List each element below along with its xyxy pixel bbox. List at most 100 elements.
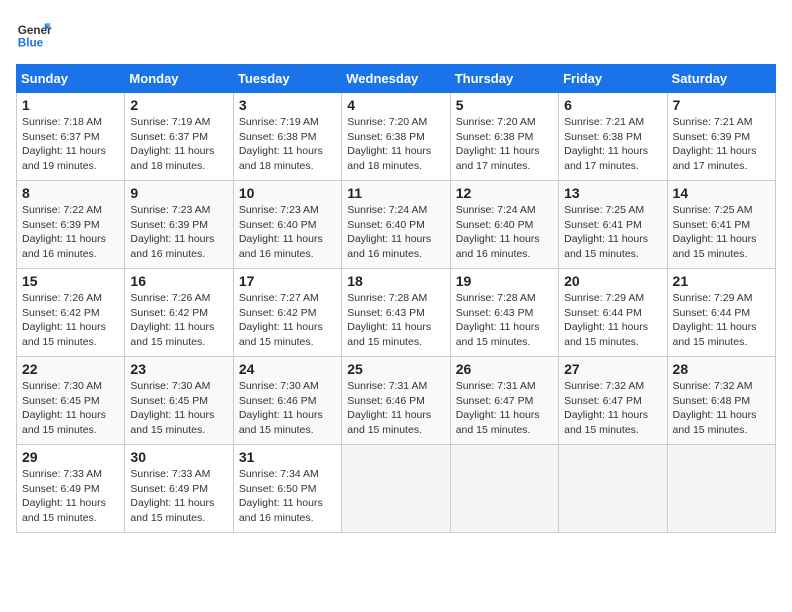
page-header: General Blue (16, 16, 776, 52)
day-info: Sunrise: 7:28 AM Sunset: 6:43 PM Dayligh… (456, 291, 553, 350)
day-number: 30 (130, 449, 227, 465)
day-number: 23 (130, 361, 227, 377)
logo: General Blue (16, 16, 52, 52)
calendar-cell: 29Sunrise: 7:33 AM Sunset: 6:49 PM Dayli… (17, 445, 125, 533)
calendar-body: 1 Sunrise: 7:18 AM Sunset: 6:37 PM Daylig… (17, 93, 776, 533)
day-info: Sunrise: 7:19 AM Sunset: 6:37 PM Dayligh… (130, 115, 227, 174)
calendar-cell: 15Sunrise: 7:26 AM Sunset: 6:42 PM Dayli… (17, 269, 125, 357)
calendar-cell: 11Sunrise: 7:24 AM Sunset: 6:40 PM Dayli… (342, 181, 450, 269)
day-info: Sunrise: 7:28 AM Sunset: 6:43 PM Dayligh… (347, 291, 444, 350)
day-info: Sunrise: 7:29 AM Sunset: 6:44 PM Dayligh… (673, 291, 770, 350)
day-header-wednesday: Wednesday (342, 65, 450, 93)
day-info: Sunrise: 7:27 AM Sunset: 6:42 PM Dayligh… (239, 291, 336, 350)
day-info: Sunrise: 7:24 AM Sunset: 6:40 PM Dayligh… (456, 203, 553, 262)
day-info: Sunrise: 7:31 AM Sunset: 6:46 PM Dayligh… (347, 379, 444, 438)
calendar-cell: 20 Sunrise: 7:29 AM Sunset: 6:44 PM Dayli… (559, 269, 667, 357)
day-number: 28 (673, 361, 770, 377)
day-number: 6 (564, 97, 661, 113)
calendar-cell (667, 445, 775, 533)
day-number: 18 (347, 273, 444, 289)
calendar-cell: 23 Sunrise: 7:30 AM Sunset: 6:45 PM Dayli… (125, 357, 233, 445)
day-number: 3 (239, 97, 336, 113)
calendar-cell: 1 Sunrise: 7:18 AM Sunset: 6:37 PM Daylig… (17, 93, 125, 181)
day-number: 14 (673, 185, 770, 201)
calendar-week-2: 8 Sunrise: 7:22 AM Sunset: 6:39 PM Daylig… (17, 181, 776, 269)
day-info: Sunrise: 7:18 AM Sunset: 6:37 PM Dayligh… (22, 115, 119, 174)
calendar-cell: 13Sunrise: 7:25 AM Sunset: 6:41 PM Dayli… (559, 181, 667, 269)
day-number: 16 (130, 273, 227, 289)
day-number: 25 (347, 361, 444, 377)
day-number: 7 (673, 97, 770, 113)
day-header-thursday: Thursday (450, 65, 558, 93)
calendar-cell: 14 Sunrise: 7:25 AM Sunset: 6:41 PM Dayli… (667, 181, 775, 269)
day-info: Sunrise: 7:29 AM Sunset: 6:44 PM Dayligh… (564, 291, 661, 350)
day-number: 2 (130, 97, 227, 113)
calendar-cell: 24 Sunrise: 7:30 AM Sunset: 6:46 PM Dayli… (233, 357, 341, 445)
calendar-table: SundayMondayTuesdayWednesdayThursdayFrid… (16, 64, 776, 533)
day-info: Sunrise: 7:34 AM Sunset: 6:50 PM Dayligh… (239, 467, 336, 526)
day-number: 12 (456, 185, 553, 201)
day-header-monday: Monday (125, 65, 233, 93)
day-number: 9 (130, 185, 227, 201)
calendar-week-4: 22Sunrise: 7:30 AM Sunset: 6:45 PM Dayli… (17, 357, 776, 445)
day-info: Sunrise: 7:21 AM Sunset: 6:39 PM Dayligh… (673, 115, 770, 174)
calendar-cell: 9 Sunrise: 7:23 AM Sunset: 6:39 PM Daylig… (125, 181, 233, 269)
svg-text:Blue: Blue (18, 37, 44, 50)
day-info: Sunrise: 7:31 AM Sunset: 6:47 PM Dayligh… (456, 379, 553, 438)
day-info: Sunrise: 7:30 AM Sunset: 6:45 PM Dayligh… (130, 379, 227, 438)
calendar-cell (450, 445, 558, 533)
calendar-cell: 22Sunrise: 7:30 AM Sunset: 6:45 PM Dayli… (17, 357, 125, 445)
calendar-cell: 18 Sunrise: 7:28 AM Sunset: 6:43 PM Dayli… (342, 269, 450, 357)
calendar-cell (342, 445, 450, 533)
day-header-sunday: Sunday (17, 65, 125, 93)
day-header-saturday: Saturday (667, 65, 775, 93)
day-info: Sunrise: 7:19 AM Sunset: 6:38 PM Dayligh… (239, 115, 336, 174)
calendar-cell: 26Sunrise: 7:31 AM Sunset: 6:47 PM Dayli… (450, 357, 558, 445)
calendar-cell: 31Sunrise: 7:34 AM Sunset: 6:50 PM Dayli… (233, 445, 341, 533)
day-number: 10 (239, 185, 336, 201)
calendar-cell: 6 Sunrise: 7:21 AM Sunset: 6:38 PM Daylig… (559, 93, 667, 181)
calendar-cell: 25 Sunrise: 7:31 AM Sunset: 6:46 PM Dayli… (342, 357, 450, 445)
day-info: Sunrise: 7:30 AM Sunset: 6:46 PM Dayligh… (239, 379, 336, 438)
calendar-cell: 27Sunrise: 7:32 AM Sunset: 6:47 PM Dayli… (559, 357, 667, 445)
calendar-cell: 28 Sunrise: 7:32 AM Sunset: 6:48 PM Dayli… (667, 357, 775, 445)
calendar-cell (559, 445, 667, 533)
calendar-week-3: 15Sunrise: 7:26 AM Sunset: 6:42 PM Dayli… (17, 269, 776, 357)
calendar-cell: 7 Sunrise: 7:21 AM Sunset: 6:39 PM Daylig… (667, 93, 775, 181)
day-info: Sunrise: 7:30 AM Sunset: 6:45 PM Dayligh… (22, 379, 119, 438)
day-info: Sunrise: 7:23 AM Sunset: 6:39 PM Dayligh… (130, 203, 227, 262)
calendar-cell: 2 Sunrise: 7:19 AM Sunset: 6:37 PM Daylig… (125, 93, 233, 181)
day-number: 11 (347, 185, 444, 201)
day-header-tuesday: Tuesday (233, 65, 341, 93)
calendar-cell: 12 Sunrise: 7:24 AM Sunset: 6:40 PM Dayli… (450, 181, 558, 269)
day-header-friday: Friday (559, 65, 667, 93)
day-number: 17 (239, 273, 336, 289)
day-number: 24 (239, 361, 336, 377)
day-info: Sunrise: 7:26 AM Sunset: 6:42 PM Dayligh… (22, 291, 119, 350)
day-info: Sunrise: 7:20 AM Sunset: 6:38 PM Dayligh… (347, 115, 444, 174)
day-number: 27 (564, 361, 661, 377)
day-number: 19 (456, 273, 553, 289)
day-number: 1 (22, 97, 119, 113)
day-number: 4 (347, 97, 444, 113)
day-info: Sunrise: 7:32 AM Sunset: 6:48 PM Dayligh… (673, 379, 770, 438)
calendar-cell: 19 Sunrise: 7:28 AM Sunset: 6:43 PM Dayli… (450, 269, 558, 357)
calendar-cell: 4 Sunrise: 7:20 AM Sunset: 6:38 PM Daylig… (342, 93, 450, 181)
day-info: Sunrise: 7:21 AM Sunset: 6:38 PM Dayligh… (564, 115, 661, 174)
calendar-cell: 3 Sunrise: 7:19 AM Sunset: 6:38 PM Daylig… (233, 93, 341, 181)
day-info: Sunrise: 7:25 AM Sunset: 6:41 PM Dayligh… (673, 203, 770, 262)
calendar-cell: 17 Sunrise: 7:27 AM Sunset: 6:42 PM Dayli… (233, 269, 341, 357)
day-number: 20 (564, 273, 661, 289)
day-info: Sunrise: 7:33 AM Sunset: 6:49 PM Dayligh… (22, 467, 119, 526)
day-info: Sunrise: 7:33 AM Sunset: 6:49 PM Dayligh… (130, 467, 227, 526)
day-info: Sunrise: 7:22 AM Sunset: 6:39 PM Dayligh… (22, 203, 119, 262)
day-info: Sunrise: 7:26 AM Sunset: 6:42 PM Dayligh… (130, 291, 227, 350)
calendar-week-1: 1 Sunrise: 7:18 AM Sunset: 6:37 PM Daylig… (17, 93, 776, 181)
calendar-week-5: 29Sunrise: 7:33 AM Sunset: 6:49 PM Dayli… (17, 445, 776, 533)
day-number: 5 (456, 97, 553, 113)
day-number: 13 (564, 185, 661, 201)
day-number: 8 (22, 185, 119, 201)
calendar-cell: 16 Sunrise: 7:26 AM Sunset: 6:42 PM Dayli… (125, 269, 233, 357)
calendar-cell: 30 Sunrise: 7:33 AM Sunset: 6:49 PM Dayli… (125, 445, 233, 533)
calendar-header-row: SundayMondayTuesdayWednesdayThursdayFrid… (17, 65, 776, 93)
